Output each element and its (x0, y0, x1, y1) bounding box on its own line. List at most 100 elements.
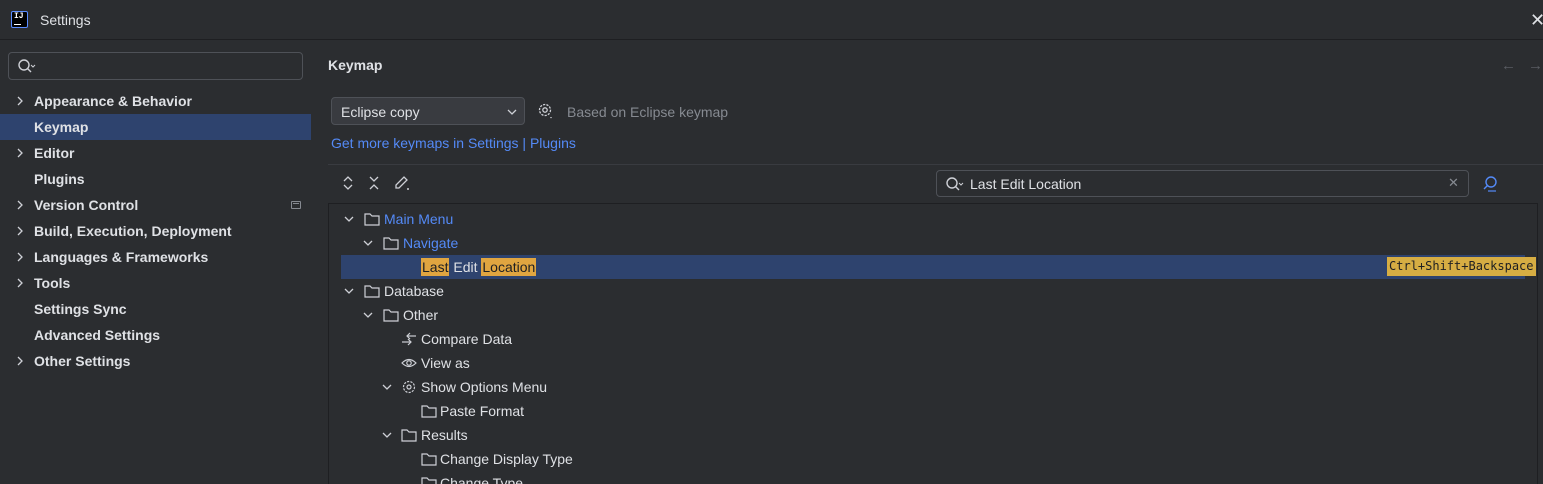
chevron-down-icon (382, 432, 392, 438)
tree-row-label: Main Menu (384, 211, 454, 227)
folder-icon (383, 309, 399, 322)
history-nav: ←→ (1501, 57, 1543, 74)
filter-value: Last Edit Location (970, 176, 1082, 192)
folder-icon (421, 477, 437, 484)
gear-icon[interactable] (537, 102, 555, 120)
sidebar-item-label: Appearance & Behavior (34, 93, 192, 109)
settings-sidebar: Appearance & Behavior Keymap Editor Plug… (0, 41, 311, 484)
folder-icon (421, 453, 437, 466)
sidebar-item-plugins[interactable]: Plugins (0, 166, 311, 192)
project-scope-icon (291, 201, 301, 209)
sidebar-item-keymap[interactable]: Keymap (0, 114, 311, 140)
sidebar-item-appearance-behavior[interactable]: Appearance & Behavior (0, 88, 311, 114)
sidebar-item-label: Plugins (34, 171, 85, 187)
keymap-page: Keymap ←→ Eclipse copy Based on Eclipse … (311, 41, 1543, 484)
tree-row-main-menu[interactable]: Main Menu (329, 207, 1537, 231)
keymap-filter-input[interactable]: Last Edit Location ✕ (936, 170, 1469, 197)
sidebar-item-languages-frameworks[interactable]: Languages & Frameworks (0, 244, 311, 270)
back-arrow-icon[interactable]: ← (1501, 57, 1528, 74)
sidebar-item-build-execution-deployment[interactable]: Build, Execution, Deployment (0, 218, 311, 244)
tree-row-last-edit-location[interactable]: Last Edit Location Ctrl+Shift+Backspace (341, 255, 1536, 279)
sidebar-item-other-settings[interactable]: Other Settings (0, 348, 311, 374)
tree-row-label: Change Display Type (440, 451, 573, 467)
sidebar-item-label: Other Settings (34, 353, 131, 369)
window-title: Settings (40, 12, 91, 28)
chevron-down-icon (507, 109, 517, 115)
divider (328, 164, 1543, 165)
expand-all-icon[interactable] (341, 175, 355, 191)
tree-row-paste-format[interactable]: Paste Format (329, 399, 1537, 423)
sidebar-item-tools[interactable]: Tools (0, 270, 311, 296)
tree-row-label: Compare Data (421, 331, 513, 347)
tree-row-label: Last Edit Location (421, 258, 537, 276)
chevron-right-icon (17, 148, 23, 158)
tree-row-label: Database (384, 283, 444, 299)
sidebar-item-label: Editor (34, 145, 75, 161)
title-bar: IJ Settings ✕ (0, 0, 1543, 40)
sidebar-item-settings-sync[interactable]: Settings Sync (0, 296, 311, 322)
keymap-select-value: Eclipse copy (341, 104, 420, 120)
folder-icon (364, 213, 380, 226)
sidebar-item-label: Version Control (34, 197, 139, 213)
find-by-shortcut-icon[interactable] (1482, 175, 1500, 193)
keymap-select[interactable]: Eclipse copy (331, 97, 525, 125)
search-icon (946, 177, 964, 191)
edit-icon[interactable] (393, 175, 411, 191)
settings-search-input[interactable] (8, 52, 303, 80)
tree-row-view-as[interactable]: View as (329, 351, 1537, 375)
tree-row-change-type[interactable]: Change Type (329, 471, 1537, 484)
search-match: Last (421, 258, 450, 276)
tree-row-results[interactable]: Results (329, 423, 1537, 447)
sidebar-item-label: Advanced Settings (34, 327, 161, 343)
tree-row-label: View as (421, 355, 470, 371)
chevron-right-icon (17, 226, 23, 236)
tree-row-label: Change Type (440, 475, 524, 484)
chevron-right-icon (17, 252, 23, 262)
tree-row-label: Other (403, 307, 439, 323)
tree-row-database[interactable]: Database (329, 279, 1537, 303)
tree-row-other[interactable]: Other (329, 303, 1537, 327)
tree-row-label: Show Options Menu (421, 379, 548, 395)
intellij-logo-icon: IJ (11, 11, 28, 28)
eye-icon (401, 358, 417, 368)
more-keymaps-link[interactable]: Get more keymaps in Settings | Plugins (331, 135, 576, 151)
tree-row-navigate[interactable]: Navigate (329, 231, 1537, 255)
sidebar-item-editor[interactable]: Editor (0, 140, 311, 166)
keymap-tree: Main Menu Navigate Last Edit Location Ct… (328, 203, 1538, 484)
chevron-down-icon (363, 240, 373, 246)
page-title: Keymap (328, 57, 383, 73)
folder-icon (383, 237, 399, 250)
tree-row-change-display-type[interactable]: Change Display Type (329, 447, 1537, 471)
chevron-right-icon (17, 356, 23, 366)
sidebar-item-label: Settings Sync (34, 301, 127, 317)
sidebar-item-label: Build, Execution, Deployment (34, 223, 232, 239)
based-on-text: Based on Eclipse keymap (567, 104, 729, 120)
close-icon[interactable]: ✕ (1530, 10, 1543, 30)
collapse-all-icon[interactable] (367, 175, 381, 191)
folder-icon (401, 429, 417, 442)
tree-row-label: Paste Format (440, 403, 525, 419)
action-word: Edit (453, 259, 478, 275)
sidebar-item-version-control[interactable]: Version Control (0, 192, 311, 218)
sidebar-item-label: Languages & Frameworks (34, 249, 209, 265)
chevron-down-icon (344, 288, 354, 294)
tree-row-show-options-menu[interactable]: Show Options Menu (329, 375, 1537, 399)
chevron-right-icon (17, 200, 23, 210)
clear-icon[interactable]: ✕ (1448, 175, 1459, 191)
chevron-down-icon (382, 384, 392, 390)
chevron-right-icon (17, 96, 23, 106)
search-match: Location (481, 258, 537, 276)
chevron-down-icon (344, 216, 354, 222)
tree-row-label: Navigate (403, 235, 459, 251)
gear-icon (402, 380, 416, 394)
forward-arrow-icon[interactable]: → (1528, 57, 1543, 74)
chevron-right-icon (17, 278, 23, 288)
sidebar-item-advanced-settings[interactable]: Advanced Settings (0, 322, 311, 348)
chevron-down-icon (363, 312, 373, 318)
search-icon (18, 59, 36, 73)
sidebar-item-label: Tools (34, 275, 71, 291)
compare-icon (402, 332, 416, 346)
tree-row-compare-data[interactable]: Compare Data (329, 327, 1537, 351)
sidebar-item-label: Keymap (34, 119, 89, 135)
folder-icon (364, 285, 380, 298)
